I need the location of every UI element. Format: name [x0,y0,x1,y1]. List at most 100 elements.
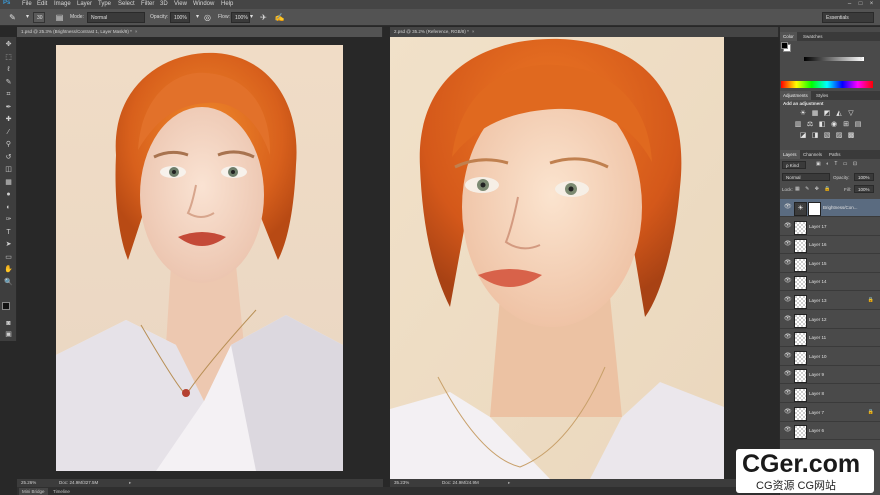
eyedropper-tool-icon[interactable]: ✒ [3,104,14,112]
lock-icons[interactable]: ▦ ✎ ✥ 🔒 [795,186,833,192]
zoom-tool-icon[interactable]: 🔍 [3,279,14,287]
healing-tool-icon[interactable]: ✚ [3,116,14,124]
status-menu-icon[interactable]: ▸ [508,479,510,487]
layer-row[interactable]: 👁 Layer 12 [780,311,880,329]
layer-row[interactable]: 👁 Layer 9 [780,366,880,385]
lasso-tool-icon[interactable]: ℓ [3,66,14,74]
flow-dropdown-icon[interactable]: ▾ [246,12,257,23]
pen-tool-icon[interactable]: ✑ [3,216,14,224]
stamp-tool-icon[interactable]: ⚲ [3,141,14,149]
visibility-eye-icon[interactable]: 👁 [784,409,792,416]
opacity-field[interactable]: 100% [170,12,190,23]
shape-tool-icon[interactable]: ▭ [3,254,14,262]
tab-mini-bridge[interactable]: Mini Bridge [19,488,48,495]
menu-view[interactable]: View [174,1,187,7]
brightness-contrast-icon[interactable]: ☀ [799,110,807,118]
mode-select[interactable]: Normal [87,12,145,23]
menu-image[interactable]: Image [54,1,71,7]
pressure-opacity-icon[interactable]: ◎ [202,12,213,23]
layers-opacity-field[interactable]: 100% [854,173,874,181]
tab-timeline[interactable]: Timeline [50,488,73,495]
layer-row[interactable]: 👁 Layer 13 🔒 [780,292,880,310]
menu-file[interactable]: File [22,1,32,7]
gradient-map-icon[interactable]: ▨ [835,132,843,140]
visibility-eye-icon[interactable]: 👁 [784,204,792,211]
tab-document-1[interactable]: 1.psd @ 25.3% (Brightness/Contrast 1, La… [17,27,383,37]
reference-canvas[interactable] [390,37,724,479]
pressure-size-icon[interactable]: ✍ [274,12,285,23]
layer-row[interactable]: 👁 Layer 14 [780,273,880,292]
menu-window[interactable]: Window [193,1,214,7]
doc1-zoom-level[interactable]: 25.26% [21,479,36,487]
channel-mixer-icon[interactable]: ⊞ [842,121,850,129]
painting-canvas[interactable] [56,45,343,471]
history-brush-tool-icon[interactable]: ↺ [3,154,14,162]
tab-color[interactable]: Color [780,32,797,41]
visibility-eye-icon[interactable]: 👁 [784,260,792,267]
brush-panel-icon[interactable]: ▤ [54,12,65,23]
layer-row[interactable]: 👁 Layer 15 [780,255,880,273]
visibility-eye-icon[interactable]: 👁 [784,427,792,434]
visibility-eye-icon[interactable]: 👁 [784,297,792,304]
visibility-eye-icon[interactable]: 👁 [784,316,792,323]
visibility-eye-icon[interactable]: 👁 [784,334,792,341]
hand-tool-icon[interactable]: ✋ [3,266,14,274]
eraser-tool-icon[interactable]: ◫ [3,166,14,174]
fill-field[interactable]: 100% [854,185,874,193]
menu-3d[interactable]: 3D [160,1,168,7]
layer-row[interactable]: 👁 Layer 7 🔒 [780,404,880,422]
status-menu-icon[interactable]: ▸ [129,479,131,487]
dodge-tool-icon[interactable]: ◐ [3,204,14,212]
menu-select[interactable]: Select [118,1,135,7]
color-spectrum-ramp[interactable] [781,81,873,88]
photo-filter-icon[interactable]: ◉ [830,121,838,129]
workspace-select[interactable]: Essentials [822,12,874,23]
quick-select-tool-icon[interactable]: ✎ [3,79,14,87]
vibrance-icon[interactable]: ▽ [847,110,855,118]
quick-mask-icon[interactable]: ◙ [3,320,14,328]
move-tool-icon[interactable]: ✥ [3,41,14,49]
layer-row[interactable]: 👁 ☀ Brightness/Con... [780,199,880,217]
layer-row[interactable]: 👁 Layer 6 [780,422,880,441]
black-white-icon[interactable]: ◧ [818,121,826,129]
layer-row[interactable]: 👁 Layer 8 [780,385,880,403]
layer-row[interactable]: 👁 Layer 10 [780,348,880,366]
doc2-zoom-level[interactable]: 35.23% [394,479,409,487]
screen-mode-icon[interactable]: ▣ [3,331,14,339]
marquee-tool-icon[interactable]: ⬚ [3,54,14,62]
layer-row[interactable]: 👁 Layer 16 [780,236,880,255]
invert-icon[interactable]: ◪ [799,132,807,140]
exposure-icon[interactable]: ◭ [835,110,843,118]
airbrush-icon[interactable]: ✈ [258,12,269,23]
brush-preset-icon[interactable]: ✎ [7,12,18,23]
brush-size-preview[interactable]: 30 [33,12,45,23]
layer-row[interactable]: 👁 Layer 17 [780,218,880,236]
crop-tool-icon[interactable]: ⌗ [3,91,14,99]
dropdown-arrow-icon[interactable]: ▾ [22,12,33,23]
gradient-tool-icon[interactable]: ▦ [3,179,14,187]
minimize-icon[interactable]: – [845,1,854,8]
tab-adjustments[interactable]: Adjustments [780,91,811,100]
foreground-color-swatch[interactable] [2,302,10,310]
menu-edit[interactable]: Edit [37,1,47,7]
menu-filter[interactable]: Filter [141,1,154,7]
menu-help[interactable]: Help [221,1,233,7]
blend-mode-select[interactable]: Normal [782,173,830,181]
color-slider-value[interactable]: 0 [860,56,863,61]
type-tool-icon[interactable]: T [3,229,14,237]
maximize-icon[interactable]: □ [856,1,865,8]
path-select-tool-icon[interactable]: ➤ [3,241,14,249]
tab-channels[interactable]: Channels [800,150,825,159]
menu-layer[interactable]: Layer [77,1,92,7]
color-balance-icon[interactable]: ⚖ [806,121,814,129]
color-slider[interactable] [804,57,864,61]
menu-type[interactable]: Type [98,1,111,7]
tab-close-icon[interactable]: × [135,29,138,34]
visibility-eye-icon[interactable]: 👁 [784,223,792,230]
visibility-eye-icon[interactable]: 👁 [784,278,792,285]
visibility-eye-icon[interactable]: 👁 [784,241,792,248]
tab-document-2[interactable]: 2.psd @ 35.2% (Reference, RGB/8) * × [390,27,779,37]
visibility-eye-icon[interactable]: 👁 [784,353,792,360]
brush-tool-icon[interactable]: ⁄ [3,129,14,137]
tab-close-icon[interactable]: × [472,29,475,34]
